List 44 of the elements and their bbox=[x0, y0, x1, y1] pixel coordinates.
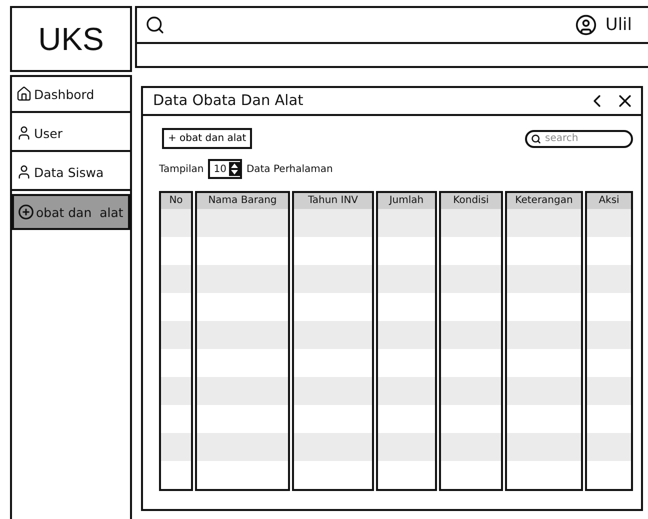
search-icon bbox=[531, 134, 541, 144]
user-icon bbox=[16, 164, 32, 180]
table-row-stripe bbox=[441, 265, 501, 293]
table-row-stripe bbox=[441, 321, 501, 349]
table-row-stripe bbox=[378, 265, 435, 293]
column-header: Nama Barang bbox=[197, 193, 288, 209]
column-header: Aksi bbox=[587, 193, 631, 209]
table-row-stripe bbox=[587, 209, 631, 237]
table-row-stripe bbox=[441, 433, 501, 461]
user-name: Ulil bbox=[605, 14, 632, 35]
table-row-stripe bbox=[587, 377, 631, 405]
house-icon bbox=[16, 86, 32, 102]
search-input[interactable]: search bbox=[543, 132, 627, 145]
user-avatar-icon[interactable] bbox=[575, 14, 598, 36]
column-header: Tahun INV bbox=[294, 193, 372, 209]
search-field[interactable]: search bbox=[525, 130, 633, 148]
page-size-suffix: Data Perhalaman bbox=[246, 164, 333, 174]
table-row-stripe bbox=[161, 265, 191, 293]
sidebar-item[interactable]: obat dan alat bbox=[12, 194, 130, 230]
table-row-stripe bbox=[161, 433, 191, 461]
table-row-stripe bbox=[161, 209, 191, 237]
table-row-stripe bbox=[441, 209, 501, 237]
table-row-stripe bbox=[378, 209, 435, 237]
user-icon bbox=[16, 125, 32, 141]
table-row-stripe bbox=[441, 377, 501, 405]
table-row-stripe bbox=[378, 377, 435, 405]
table-row-stripe bbox=[587, 265, 631, 293]
page-size-spinner[interactable]: 10 bbox=[208, 159, 242, 179]
column-header: Keterangan bbox=[507, 193, 581, 209]
table-row-stripe bbox=[587, 321, 631, 349]
table-row-stripe bbox=[161, 377, 191, 405]
table-row-stripe bbox=[587, 433, 631, 461]
panel-title: Data Obata Dan Alat bbox=[153, 93, 304, 109]
search-icon[interactable] bbox=[145, 14, 165, 35]
column-header: Jumlah bbox=[378, 193, 435, 209]
page-size-label: Tampilan bbox=[159, 164, 204, 174]
table-row-stripe bbox=[161, 321, 191, 349]
column-header: Kondisi bbox=[441, 193, 501, 209]
table-row-stripe bbox=[378, 321, 435, 349]
column-header: No bbox=[161, 193, 191, 209]
table-row-stripe bbox=[378, 433, 435, 461]
add-button[interactable]: + obat dan alat bbox=[162, 128, 252, 149]
logo: UKS bbox=[10, 6, 132, 72]
plus-circle-icon bbox=[18, 204, 34, 220]
